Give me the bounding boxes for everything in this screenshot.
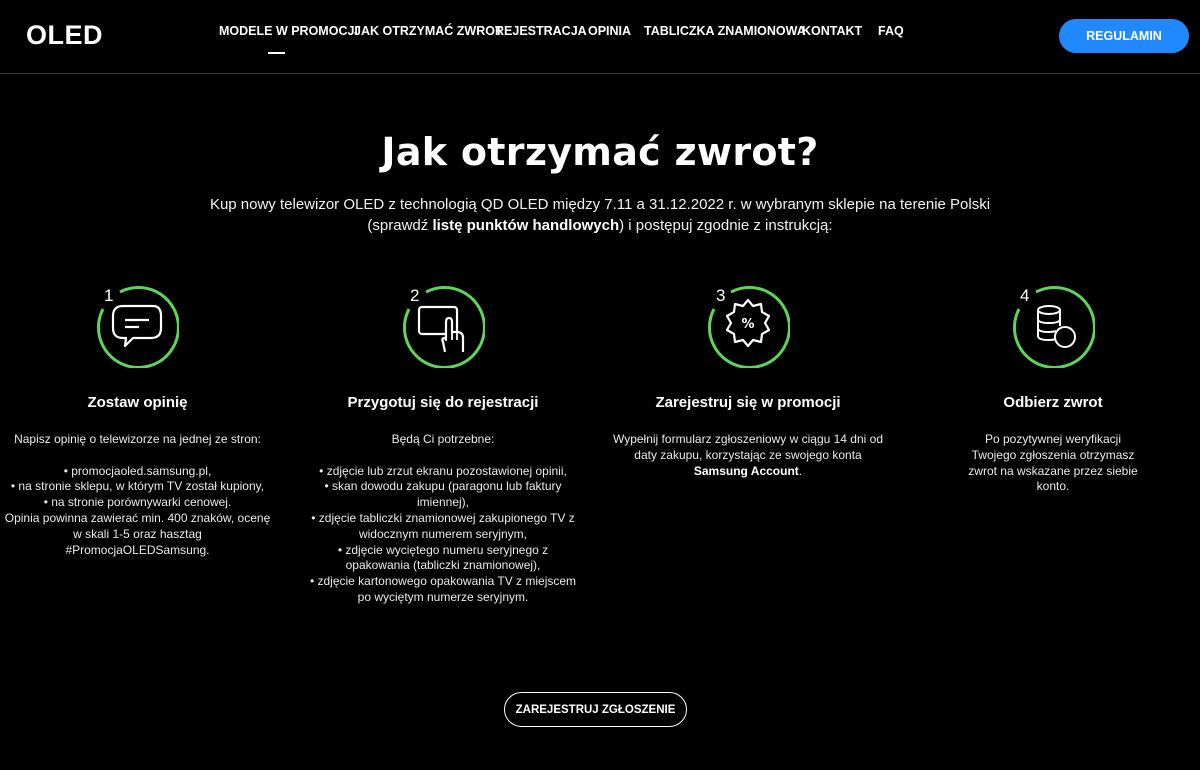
svg-text:%: % bbox=[741, 317, 754, 332]
retail-points-link[interactable]: listę punktów handlowych bbox=[432, 217, 619, 234]
samsung-account-link[interactable]: Samsung Account bbox=[694, 464, 799, 478]
step-line: Samsung Account. bbox=[608, 464, 888, 480]
nav-item-opinia[interactable]: OPINIA bbox=[588, 24, 631, 38]
step-text: Po pozytywnej weryfikacji Twojego zgłosz… bbox=[923, 432, 1183, 495]
step-line: • zdjęcie wyciętego numeru seryjnego z bbox=[337, 542, 549, 557]
step-line: daty zakupu, korzystając ze swojego kont… bbox=[634, 447, 862, 462]
step-text: Wypełnij formularz zgłoszeniowy w ciągu … bbox=[608, 432, 888, 479]
percent-badge-icon: % bbox=[706, 284, 790, 368]
step-line: imiennej), bbox=[416, 495, 470, 510]
step-text: Będą Ci potrzebne: • zdjęcie lub zrzut e… bbox=[302, 432, 584, 606]
nav-item-rejestracja[interactable]: REJESTRACJA bbox=[495, 24, 587, 38]
step-line: • zdjęcie tabliczki znamionowej zakupion… bbox=[311, 510, 575, 525]
step-line: • na stronie sklepu, w którym TV został … bbox=[10, 479, 265, 494]
top-header: OLED MODELE W PROMOCJI JAK OTRZYMAĆ ZWRO… bbox=[0, 0, 1200, 74]
nav-item-tabliczka-znamionowa[interactable]: TABLICZKA ZNAMIONOWA bbox=[644, 24, 806, 38]
step-line: po wyciętym numerze seryjnym. bbox=[357, 589, 529, 604]
hero-lead-pre: (sprawdź bbox=[367, 217, 433, 234]
chat-bubble-icon bbox=[95, 284, 179, 368]
active-nav-indicator bbox=[268, 52, 285, 54]
nav-item-faq[interactable]: FAQ bbox=[878, 24, 904, 38]
step-line: Po pozytywnej weryfikacji bbox=[984, 432, 1122, 446]
step-title: Odbierz zwrot bbox=[1003, 394, 1103, 411]
hero-lead-line1: Kup nowy telewizor OLED z technologią QD… bbox=[209, 196, 991, 213]
step-line: Opinia powinna zawierać min. 400 znaków,… bbox=[4, 510, 271, 525]
step-title: Zarejestruj się w promocji bbox=[655, 394, 841, 411]
register-submission-button[interactable]: ZAREJESTRUJ ZGŁOSZENIE bbox=[504, 692, 687, 727]
page-title: Jak otrzymać zwrot? bbox=[381, 130, 819, 174]
step-line-suffix: . bbox=[798, 463, 803, 478]
step-line: zwrot na wskazane przez siebie bbox=[968, 463, 1138, 478]
step-line: • promocjaoled.samsung.pl, bbox=[63, 463, 212, 478]
step-line: Napisz opinię o telewizorze na jednej ze… bbox=[14, 432, 261, 446]
step-spacer bbox=[302, 448, 584, 464]
step-line: widocznym numerem seryjnym, bbox=[358, 526, 528, 541]
regulamin-button[interactable]: REGULAMIN bbox=[1059, 19, 1189, 53]
step-line: • skan dowodu zakupu (paragonu lub faktu… bbox=[324, 479, 562, 494]
step-line: opakowania (tabliczki znamionowej), bbox=[345, 558, 541, 573]
step-line: w skali 1-5 oraz hasztag #PromocjaOLEDSa… bbox=[65, 526, 210, 557]
oled-logo[interactable]: OLED bbox=[26, 20, 103, 51]
hero-lead-post: ) i postępuj zgodnie z instrukcją: bbox=[619, 217, 833, 234]
step-title: Zostaw opinię bbox=[87, 394, 188, 411]
hero-lead-line2: (sprawdź listę punktów handlowych) i pos… bbox=[150, 215, 1050, 236]
step-line: • zdjęcie lub zrzut ekranu pozostawionej… bbox=[319, 463, 567, 478]
step-title: Przygotuj się do rejestracji bbox=[347, 394, 539, 411]
nav-item-kontakt[interactable]: KONTAKT bbox=[802, 24, 862, 38]
hero-lead: Kup nowy telewizor OLED z technologią QD… bbox=[150, 194, 1050, 236]
step-line: Twojego zgłoszenia otrzymasz bbox=[971, 447, 1135, 462]
step-line: • na stronie porównywarki cenowej. bbox=[43, 495, 232, 510]
touch-screen-icon bbox=[401, 284, 485, 368]
nav-item-jak-otrzymac-zwrot[interactable]: JAK OTRZYMAĆ ZWROT bbox=[354, 24, 503, 38]
step-line: konto. bbox=[1036, 479, 1070, 494]
step-line: • zdjęcie kartonowego opakowania TV z mi… bbox=[309, 574, 577, 589]
step-text: Napisz opinię o telewizorze na jednej ze… bbox=[0, 432, 275, 558]
nav-item-modele-w-promocji[interactable]: MODELE W PROMOCJI bbox=[219, 24, 358, 38]
step-line: Wypełnij formularz zgłoszeniowy w ciągu … bbox=[612, 432, 884, 446]
step-line: Będą Ci potrzebne: bbox=[391, 432, 495, 446]
step-spacer bbox=[0, 448, 275, 464]
coins-stack-icon bbox=[1011, 284, 1095, 368]
